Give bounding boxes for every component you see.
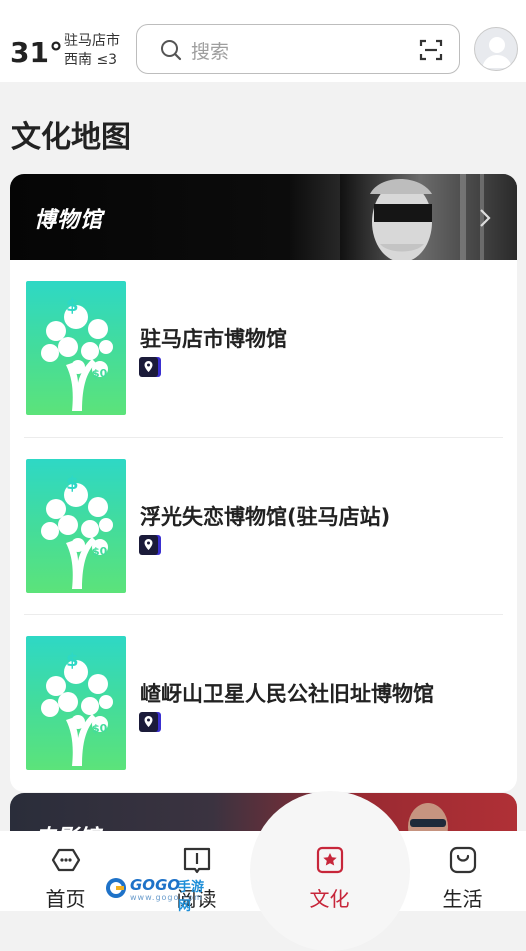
money-tree-icon: $ $0 <box>41 295 113 411</box>
book-icon <box>183 847 210 874</box>
museum-thumbnail: $ $0 <box>26 459 126 593</box>
svg-text:$: $ <box>66 295 79 316</box>
museum-thumbnail: $ $0 <box>26 636 126 770</box>
search-icon <box>161 40 182 61</box>
svg-text:$0: $0 <box>92 367 108 380</box>
svg-text:$0: $0 <box>92 722 108 735</box>
museum-banner[interactable]: 博物馆 <box>10 174 517 260</box>
tab-life[interactable]: 生活 <box>397 831 526 911</box>
weather-location[interactable]: 驻马店市 西南 ≤3 <box>64 32 120 70</box>
gogo-logo-icon <box>106 878 126 898</box>
search-bar[interactable]: 搜索 <box>136 24 460 74</box>
svg-text:$: $ <box>66 650 79 671</box>
home-icon <box>51 848 80 872</box>
search-input[interactable]: 搜索 <box>191 37 229 64</box>
life-bag-icon <box>449 846 476 874</box>
museum-name: 驻马店市博物馆 <box>140 327 287 351</box>
top-bar: 31° 驻马店市 西南 ≤3 搜索 <box>0 0 526 82</box>
list-item[interactable]: $ $0 浮光失恋博物馆(驻马店站) <box>10 438 517 616</box>
temperature: 31° <box>10 36 63 69</box>
tab-label: 生活 <box>442 887 483 911</box>
culture-star-icon <box>316 846 343 874</box>
svg-text:$0: $0 <box>92 545 108 558</box>
location-pin-icon[interactable] <box>139 712 161 732</box>
list-item[interactable]: $ $0 嵖岈山卫星人民公社旧址博物馆 <box>10 615 517 792</box>
location-pin-icon[interactable] <box>139 357 161 377</box>
tab-label: 文化 <box>309 887 350 911</box>
bottom-tab-bar: 首页 阅读 文化 生活 <box>0 791 526 951</box>
money-tree-icon: $ $0 <box>41 650 113 766</box>
chevron-right-icon <box>480 209 491 227</box>
tab-culture[interactable]: 文化 <box>249 791 410 951</box>
museum-card: 博物馆 $ $0 驻马店市博物馆 $ $0 浮光失恋博物馆(驻马店站) $ $0… <box>10 174 517 792</box>
gogo-watermark: GOGO 手游网 www.gogo.com <box>104 873 214 914</box>
museum-name: 浮光失恋博物馆(驻马店站) <box>140 505 391 529</box>
museum-thumbnail: $ $0 <box>26 281 126 415</box>
watermark-brand: GOGO <box>130 876 181 894</box>
svg-text:$: $ <box>66 473 79 494</box>
money-tree-icon: $ $0 <box>41 473 113 589</box>
location-pin-icon[interactable] <box>139 535 161 555</box>
wind-label: 西南 ≤3 <box>64 52 118 68</box>
city-label: 驻马店市 <box>64 33 120 49</box>
scan-icon[interactable] <box>419 38 443 62</box>
user-avatar-icon <box>482 37 512 68</box>
page-title: 文化地图 <box>11 120 131 155</box>
museum-name: 嵖岈山卫星人民公社旧址博物馆 <box>140 682 434 706</box>
avatar[interactable] <box>474 27 518 71</box>
watermark-url: www.gogo.com <box>130 893 203 902</box>
list-item[interactable]: $ $0 驻马店市博物馆 <box>10 260 517 438</box>
museum-section-title: 博物馆 <box>34 208 104 233</box>
